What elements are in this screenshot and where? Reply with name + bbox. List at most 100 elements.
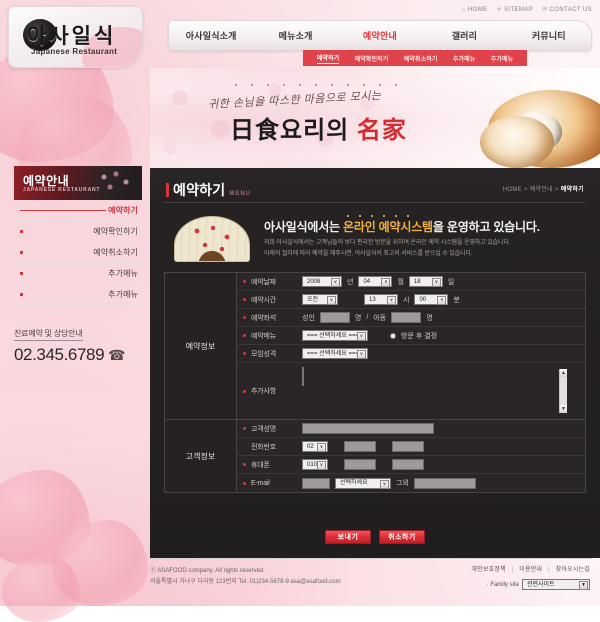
required-dot-icon (243, 298, 246, 301)
input-email-etc[interactable] (413, 477, 476, 489)
utility-link-sitemap[interactable]: ✛ SITEMAP (497, 6, 534, 14)
footer-link-directions[interactable]: 찾아오시는길 (556, 567, 590, 573)
subnav-item-extra-2[interactable]: 추가메뉴 (491, 54, 513, 63)
chevron-down-icon: ∨ (437, 296, 447, 305)
utility-link-contact[interactable]: ✉ CONTACT US (542, 6, 592, 14)
logo-english-text: Japanese Restaurant (31, 47, 118, 56)
blossom-decor-icon (96, 169, 138, 195)
select-menu[interactable]: === 선택하세요 === ∨ (302, 330, 368, 341)
required-dot-icon (243, 334, 246, 337)
sidebar-item-confirm[interactable]: 예약확인하기 (14, 221, 142, 242)
nav-item-menu[interactable]: 메뉴소개 (253, 29, 337, 42)
nav-item-gallery[interactable]: 갤러리 (422, 29, 506, 42)
sidebar-item-label: 예약확인하기 (93, 226, 138, 236)
chevron-down-icon: ∨ (387, 296, 396, 305)
label-adult: 성인 (302, 314, 315, 322)
form-row-time: 예약시간 오전 ∨ 13 ∨ 시 00 ∨ 분 (237, 291, 585, 309)
input-mobile-mid[interactable] (344, 459, 376, 470)
required-dot-icon (243, 427, 246, 430)
sidebar-item-label: 예약취소하기 (93, 247, 138, 257)
label-extra: 추가사항 (251, 388, 276, 395)
unit-person-adult: 명 (354, 314, 362, 322)
sidebar-item-cancel[interactable]: 예약취소하기 (14, 242, 142, 263)
sidebar-item-label: 추가메뉴 (108, 289, 138, 299)
footer-company-info: ⓒ ASAFOOD company. All rights reserved. … (150, 566, 341, 589)
input-child-count[interactable] (391, 312, 422, 323)
input-mobile-last[interactable] (392, 459, 424, 470)
family-site-caption: · Family site (486, 581, 519, 588)
chevron-down-icon: ∨ (381, 278, 391, 287)
select-day[interactable]: 18 ∨ (408, 276, 443, 287)
nav-item-intro[interactable]: 아사일식소개 (169, 29, 253, 42)
unit-month: 월 (397, 278, 404, 286)
textarea-scrollbar[interactable]: ▲ ▼ (559, 369, 567, 413)
select-mobile-prefix-value: 010 (307, 461, 318, 468)
select-month[interactable]: 04 ∨ (358, 276, 393, 287)
select-minute[interactable]: 00 ∨ (414, 294, 449, 305)
reservation-form: 예약정보 예약날짜 2008 ∨ 년 04 ∨ 월 18 ∨ 일 예약시간 오전… (164, 272, 586, 493)
cancel-button[interactable]: 취소하기 (379, 530, 425, 544)
footer-link-privacy[interactable]: 개인보호정책 (471, 567, 505, 573)
breadcrumb-home[interactable]: HOME (503, 187, 522, 193)
nav-item-community[interactable]: 커뮤니티 (507, 29, 591, 42)
textarea-extra[interactable] (302, 367, 304, 386)
form-row-seats: 예약좌석 성인 명 / 아동 명 (237, 309, 585, 327)
form-row-email: E-mail 선택하세요 ∨ 그외 (237, 474, 585, 492)
select-year[interactable]: 2008 ∨ (302, 276, 342, 287)
footer-link-separator: | (548, 567, 550, 573)
intro-heading-highlight: 온라인 예약시스템 (343, 220, 433, 234)
label-name: 고객성명 (251, 425, 276, 433)
sidebar-contact: 진료예약 및 상담안내 02.345.6789 ☎ (14, 323, 142, 365)
subnav-item-confirm[interactable]: 예약확인하기 (355, 54, 389, 63)
label-date: 예약날짜 (251, 278, 276, 286)
logo[interactable]: 아사일식 Japanese Restaurant (8, 6, 143, 68)
utility-link-home[interactable]: ⌂ HOME (462, 7, 488, 13)
sidebar-item-label: 추가메뉴 (108, 268, 138, 278)
input-customer-name[interactable] (302, 423, 434, 434)
subnav-item-cancel[interactable]: 예약취소하기 (404, 54, 438, 63)
title-divider (164, 202, 586, 203)
select-ampm[interactable]: 오전 ∨ (302, 294, 338, 305)
subnav-item-extra-1[interactable]: 추가메뉴 (453, 54, 475, 63)
label-email-etc: 그외 (396, 480, 409, 487)
form-row-gathering: 모임성격 === 선택하세요 === ∨ (237, 345, 585, 363)
sidebar-item-extra-2[interactable]: 추가메뉴 (14, 284, 142, 305)
family-site-select[interactable]: 관련사이트 ▼ (522, 579, 590, 590)
scroll-down-icon[interactable]: ▼ (560, 405, 567, 413)
select-gathering[interactable]: === 선택하세요 === ∨ (302, 348, 368, 359)
select-mobile-prefix[interactable]: 010 ∨ (302, 459, 328, 470)
input-email-id[interactable] (302, 477, 330, 489)
breadcrumb-current: 예약하기 (560, 187, 584, 193)
footer-family-site: · Family site 관련사이트 ▼ (471, 579, 590, 590)
input-phone-mid[interactable] (344, 441, 376, 452)
select-ampm-value: 오전 (307, 296, 319, 303)
form-actions: 보내기 취소하기 (150, 530, 600, 544)
breadcrumb-parent[interactable]: 예약안내 (530, 187, 553, 193)
input-phone-last[interactable] (392, 441, 424, 452)
intro-paragraph: 저희 아사일식에서는 고객님들의 보다 편리한 방문을 위하여 온라인 예약 시… (264, 238, 582, 259)
label-phone: 전화번호 (251, 443, 276, 451)
nav-item-reservation[interactable]: 예약안내 (338, 29, 422, 42)
subnav-item-reserve[interactable]: 예약하기 (316, 53, 340, 64)
select-hour[interactable]: 13 ∨ (364, 294, 398, 305)
home-icon: ⌂ (461, 6, 466, 13)
page-title-korean: 예약하기 (173, 182, 226, 198)
submit-button[interactable]: 보내기 (325, 530, 371, 544)
select-phone-prefix[interactable]: 02 ∨ (302, 441, 328, 452)
sidebar-item-extra-1[interactable]: 추가메뉴 (14, 263, 142, 284)
sidebar-item-reserve[interactable]: 예약하기 (14, 200, 142, 221)
family-site-value: 관련사이트 (527, 581, 555, 588)
sushi-image-decor-2 (480, 116, 554, 168)
radio-decide-on-visit[interactable] (390, 332, 396, 339)
chevron-down-icon: ∨ (357, 350, 366, 359)
main-navigation: 아사일식소개 메뉴소개 예약안내 갤러리 커뮤니티 (168, 20, 592, 51)
select-hour-value: 13 (369, 296, 376, 303)
footer-link-guide[interactable]: 이용안내 (519, 567, 542, 573)
scroll-up-icon[interactable]: ▲ (560, 369, 567, 377)
banner-title-red: 名家 (356, 117, 407, 144)
select-email-domain[interactable]: 선택하세요 ∨ (335, 477, 391, 489)
seat-slash: / (366, 314, 369, 321)
label-time: 예약시간 (251, 296, 276, 304)
input-adult-count[interactable] (319, 312, 350, 323)
title-bar-decor (166, 183, 169, 197)
